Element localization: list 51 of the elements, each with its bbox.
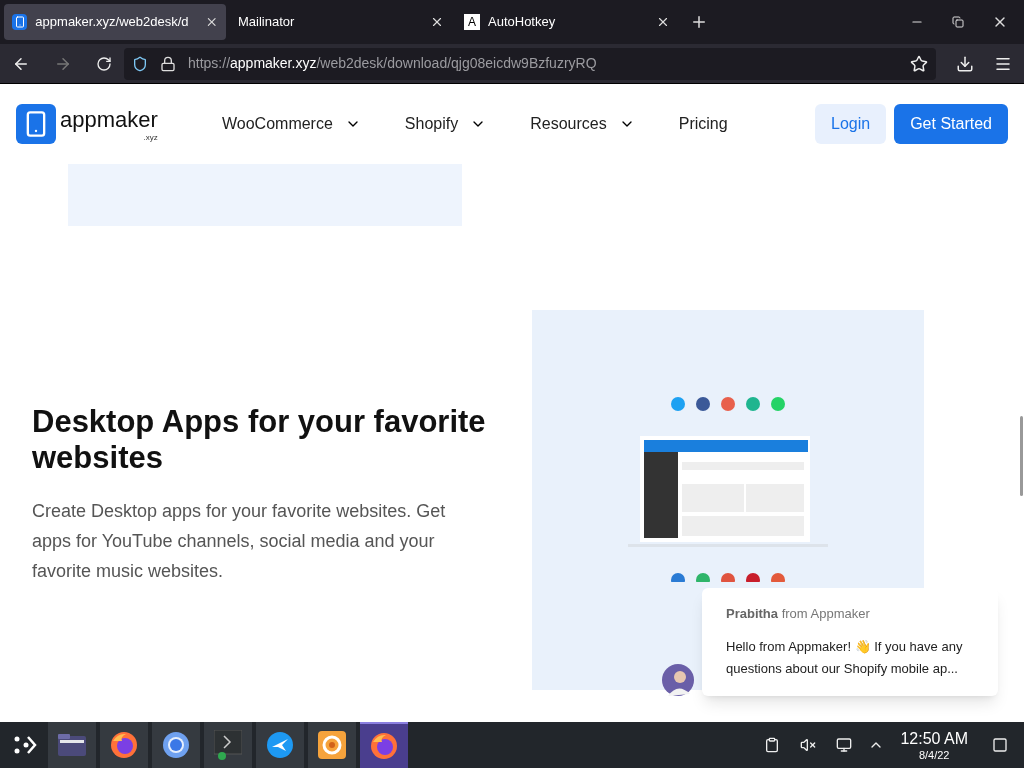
taskbar-app[interactable] — [48, 722, 96, 768]
reload-icon[interactable] — [96, 55, 112, 72]
download-icon[interactable] — [956, 54, 974, 73]
taskbar-app[interactable] — [100, 722, 148, 768]
shield-icon — [132, 55, 148, 72]
browser-tab[interactable]: A AutoHotkey — [456, 4, 678, 40]
tab-title: appmaker.xyz/web2desk/d — [35, 13, 189, 32]
folder-icon — [58, 734, 86, 756]
logo-suffix: .xyz — [143, 132, 158, 144]
clock-time: 12:50 AM — [900, 729, 968, 749]
get-started-button[interactable]: Get Started — [894, 104, 1008, 144]
nav-item[interactable]: Pricing — [678, 112, 728, 136]
taskbar-app[interactable] — [152, 722, 200, 768]
bird-icon — [266, 731, 294, 759]
network-icon[interactable] — [836, 737, 853, 753]
chat-message: Hello from Appmaker! 👋 If you have any questions about our Shopify mobile ap... — [726, 637, 964, 678]
logo-text: appmaker — [60, 108, 158, 132]
lock-icon — [160, 55, 176, 72]
tab-favicon: A — [464, 14, 480, 30]
nav-item[interactable]: WooCommerce — [222, 112, 333, 136]
browser-tab[interactable]: appmaker.xyz/web2desk/d — [4, 4, 226, 40]
chat-bubble[interactable]: Prabitha from Appmaker Hello from Appmaker! 👋 If you have any questions about our Shopify mobile ap... — [702, 588, 998, 696]
firefox-icon — [110, 731, 138, 759]
taskbar-app[interactable] — [308, 722, 356, 768]
muted-speaker-icon[interactable] — [800, 737, 817, 753]
browser-tab[interactable]: Mailinator — [230, 4, 452, 40]
login-button[interactable]: Login — [815, 104, 887, 144]
section-heading: Desktop Apps for your favorite websites — [32, 404, 487, 476]
clock-date: 8/4/22 — [918, 749, 950, 761]
close-icon[interactable] — [430, 15, 444, 29]
url-text: https://appmaker.xyz/web2desk/download/qjg08eicdw9BzfuzryRQ — [188, 54, 597, 73]
firefox-icon — [370, 732, 398, 760]
terminal-icon — [214, 730, 242, 760]
new-tab-icon[interactable] — [690, 13, 708, 31]
tab-title: AutoHotkey — [488, 13, 556, 32]
browser-icon — [162, 731, 190, 759]
clipboard-icon[interactable] — [764, 737, 781, 753]
address-bar[interactable]: https://appmaker.xyz/web2desk/download/qjg08eicdw9BzfuzryRQ — [124, 47, 936, 80]
close-icon[interactable] — [656, 15, 670, 29]
tab-title: Mailinator — [238, 13, 295, 32]
logo-icon — [16, 104, 56, 144]
show-desktop-icon[interactable] — [992, 737, 1008, 753]
bookmark-star-icon[interactable] — [910, 54, 928, 73]
phone-icon — [12, 14, 28, 30]
section-text: Create Desktop apps for your favorite websites. Get apps for YouTube channels, social media and your favorite music websites. — [32, 500, 447, 583]
nav-item[interactable]: Shopify — [404, 112, 459, 136]
chat-sender: Prabitha from Appmaker — [726, 605, 871, 623]
restore-icon[interactable] — [952, 16, 964, 28]
nav-item[interactable]: Resources — [530, 112, 607, 136]
swirl-icon — [318, 731, 346, 759]
taskbar-app[interactable] — [256, 722, 304, 768]
